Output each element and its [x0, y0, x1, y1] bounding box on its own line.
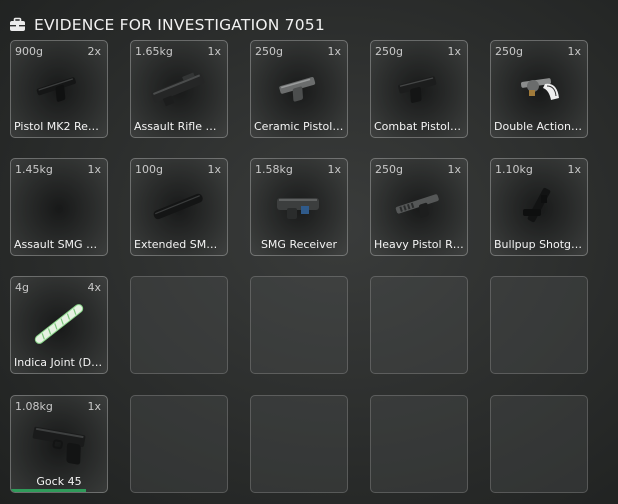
- rifle-receiver-icon: [131, 63, 227, 113]
- item-weight: 100g: [135, 163, 163, 176]
- heavy-pistol-icon: [371, 181, 467, 231]
- item-count: 1x: [87, 163, 101, 176]
- item-count: 1x: [207, 163, 221, 176]
- inventory-slot[interactable]: 250g 1x Heavy Pistol R…: [370, 158, 468, 256]
- item-weight: 1.08kg: [15, 400, 53, 413]
- item-label: Combat Pistol …: [374, 120, 464, 133]
- briefcase-icon: [9, 17, 26, 33]
- item-count: 2x: [87, 45, 101, 58]
- inventory-slot[interactable]: 100g 1x Extended SMG…: [130, 158, 228, 256]
- inventory-slot-empty[interactable]: [370, 395, 468, 493]
- item-count: 4x: [87, 281, 101, 294]
- item-label: Indica Joint (D…: [14, 356, 103, 369]
- inventory-title: EVIDENCE FOR INVESTIGATION 7051: [34, 16, 325, 34]
- item-weight: 1.58kg: [255, 163, 293, 176]
- item-label: Assault SMG R…: [14, 238, 104, 251]
- item-label: Assault Rifle M…: [134, 120, 224, 133]
- inventory-header: EVIDENCE FOR INVESTIGATION 7051: [9, 14, 325, 36]
- item-weight: 250g: [255, 45, 283, 58]
- item-weight: 1.45kg: [15, 163, 53, 176]
- item-label: Double Action …: [494, 120, 584, 133]
- pistol-icon: [11, 63, 107, 113]
- item-label: Extended SMG…: [134, 238, 224, 251]
- joint-icon: [11, 299, 107, 349]
- item-count: 1x: [207, 45, 221, 58]
- item-label: Gock 45: [36, 475, 82, 488]
- item-weight: 250g: [375, 163, 403, 176]
- item-count: 1x: [327, 163, 341, 176]
- item-weight: 250g: [375, 45, 403, 58]
- inventory-slot[interactable]: 1.08kg 1x Gock 45: [10, 395, 108, 493]
- inventory-slot-empty[interactable]: [370, 276, 468, 374]
- item-label: Pistol MK2 Rec…: [14, 120, 104, 133]
- ceramic-pistol-icon: [251, 63, 347, 113]
- inventory-slot-empty[interactable]: [250, 395, 348, 493]
- item-weight: 1.65kg: [135, 45, 173, 58]
- item-weight: 900g: [15, 45, 43, 58]
- inventory-slot[interactable]: 1.10kg 1x Bullpup Shotg…: [490, 158, 588, 256]
- item-count: 1x: [447, 45, 461, 58]
- item-weight: 1.10kg: [495, 163, 533, 176]
- inventory-slot-empty[interactable]: [130, 395, 228, 493]
- item-label: Bullpup Shotg…: [494, 238, 583, 251]
- item-weight: 4g: [15, 281, 29, 294]
- item-weight: 250g: [495, 45, 523, 58]
- inventory-slot[interactable]: 250g 1x Combat Pistol …: [370, 40, 468, 138]
- item-label: Ceramic Pistol …: [254, 120, 344, 133]
- inventory-slot[interactable]: 250g 1x Double Action …: [490, 40, 588, 138]
- inventory-slot[interactable]: 900g 2x Pistol MK2 Rec…: [10, 40, 108, 138]
- item-count: 1x: [447, 163, 461, 176]
- item-count: 1x: [87, 400, 101, 413]
- item-count: 1x: [567, 163, 581, 176]
- revolver-icon: [491, 63, 587, 113]
- inventory-slot-empty[interactable]: [130, 276, 228, 374]
- glock-icon: [11, 418, 107, 468]
- shotgun-icon: [491, 181, 587, 231]
- inventory-slot[interactable]: 1.45kg 1x Assault SMG R…: [10, 158, 108, 256]
- item-count: 1x: [327, 45, 341, 58]
- inventory-slot-empty[interactable]: [250, 276, 348, 374]
- inventory-slot-empty[interactable]: [490, 276, 588, 374]
- durability-bar: [11, 489, 86, 492]
- item-count: 1x: [567, 45, 581, 58]
- item-label: SMG Receiver: [260, 238, 338, 251]
- magazine-icon: [131, 181, 227, 231]
- combat-pistol-icon: [371, 63, 467, 113]
- item-label: Heavy Pistol R…: [374, 238, 464, 251]
- inventory-slot-empty[interactable]: [490, 395, 588, 493]
- inventory-slot[interactable]: 4g 4x Indica Joint (D…: [10, 276, 108, 374]
- inventory-slot[interactable]: 1.58kg 1x SMG Receiver: [250, 158, 348, 256]
- inventory-slot[interactable]: 250g 1x Ceramic Pistol …: [250, 40, 348, 138]
- inventory-slot[interactable]: 1.65kg 1x Assault Rifle M…: [130, 40, 228, 138]
- smg-receiver-icon: [251, 181, 347, 231]
